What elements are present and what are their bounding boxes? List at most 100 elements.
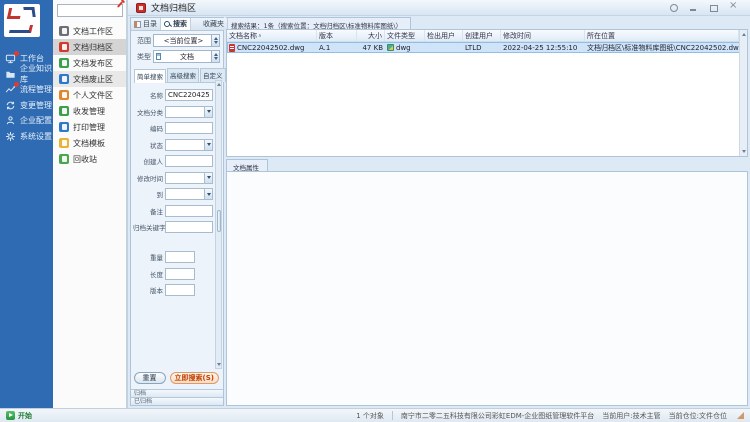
module-item-label: 回收站: [73, 154, 97, 165]
scope-value: <当前位置>: [156, 36, 211, 46]
sidebar-item-3[interactable]: 变更管理: [0, 98, 53, 114]
spinner-icon[interactable]: [211, 35, 219, 46]
field-select[interactable]: [165, 139, 213, 151]
module-item-5[interactable]: 收发管理: [53, 103, 126, 119]
dropdown-arrow-icon[interactable]: [204, 189, 212, 199]
module-item-8[interactable]: 回收站: [53, 151, 126, 167]
scroll-down-icon[interactable]: [217, 363, 221, 366]
field-select[interactable]: [165, 172, 213, 184]
field-label: 创建人: [133, 156, 165, 166]
column-label: 版本: [319, 31, 333, 41]
field-row-6: 到: [133, 188, 213, 200]
mode-tab-0[interactable]: 简单搜索: [134, 69, 166, 83]
module-item-4[interactable]: 个人文件区: [53, 87, 126, 103]
sort-ascending-icon: ∧: [258, 33, 262, 39]
cell-value: 47 KB: [362, 44, 383, 52]
table-header: 文档名称∧版本大小文件类型检出用户创建用户修改时间所在位置: [227, 30, 747, 42]
column-header-4[interactable]: 检出用户: [425, 30, 463, 41]
field-input[interactable]: [165, 284, 195, 296]
column-header-3[interactable]: 文件类型: [385, 30, 425, 41]
separator: [392, 411, 393, 420]
field-input[interactable]: [165, 221, 213, 233]
module-item-glyph: [62, 60, 67, 66]
resize-grip[interactable]: [737, 412, 744, 419]
collapsed-section-1[interactable]: 已归档: [131, 397, 223, 405]
module-item-7[interactable]: 文档模板: [53, 135, 126, 151]
tab-document-properties[interactable]: 文档属性: [226, 159, 268, 171]
scope-select[interactable]: <当前位置>: [153, 34, 220, 47]
sidebar-item-label: 流程管理: [20, 84, 52, 95]
scroll-up-icon[interactable]: [217, 83, 221, 86]
tab-search[interactable]: 搜索: [161, 18, 191, 30]
field-input[interactable]: [165, 268, 195, 280]
start-button[interactable]: 开始: [6, 411, 32, 421]
field-label: 名称: [133, 90, 165, 100]
close-icon[interactable]: [729, 3, 738, 12]
tab-label: 收藏夹: [203, 19, 224, 29]
field-input[interactable]: [165, 122, 213, 134]
column-label: 创建用户: [465, 31, 493, 41]
search-pane-scrollbar[interactable]: [215, 80, 222, 369]
scroll-up-icon[interactable]: [742, 33, 746, 36]
module-item-3[interactable]: 文档废止区: [53, 71, 126, 87]
maximize-icon[interactable]: [709, 3, 718, 12]
sidebar-item-5[interactable]: 系统设置: [0, 129, 53, 145]
module-item-6[interactable]: 打印管理: [53, 119, 126, 135]
field-input[interactable]: [165, 155, 213, 167]
tab-favorites[interactable]: 收藏夹: [191, 18, 228, 30]
notification-badge: [14, 51, 19, 56]
type-value: 文档: [163, 52, 211, 62]
options-icon[interactable]: [669, 3, 678, 12]
scroll-thumb[interactable]: [217, 210, 222, 232]
search-now-button[interactable]: 立即搜索(S): [170, 372, 219, 384]
tab-catalog[interactable]: 目录: [131, 18, 161, 30]
column-header-5[interactable]: 创建用户: [463, 30, 501, 41]
column-label: 文件类型: [387, 31, 415, 41]
mode-tab-1[interactable]: 高级搜索: [167, 68, 199, 82]
column-header-2[interactable]: 大小: [357, 30, 385, 41]
cell-value: A.1: [319, 44, 330, 52]
summary-bar: 搜索结果：1条（搜索位置：文档归档区\标准物料库图纸\）: [226, 17, 748, 29]
module-item-2[interactable]: 文档发布区: [53, 55, 126, 71]
cell-value: 2022-04-25 12:55:10: [503, 44, 577, 52]
field-input[interactable]: [165, 205, 213, 217]
module-search-input[interactable]: [57, 4, 123, 17]
dropdown-arrow-icon[interactable]: [204, 173, 212, 183]
dropdown-arrow-icon[interactable]: [204, 140, 212, 150]
sidebar-item-label: 企业配置: [20, 115, 52, 126]
module-item-glyph: [62, 124, 67, 130]
module-item-label: 文档归档区: [73, 42, 113, 53]
column-header-0[interactable]: 文档名称∧: [227, 30, 317, 41]
sidebar-item-2[interactable]: 流程管理: [0, 82, 53, 98]
sidebar-item-1[interactable]: 企业知识库: [0, 67, 53, 83]
collapsed-section-0[interactable]: 归档: [131, 389, 223, 397]
scroll-down-icon[interactable]: [742, 150, 746, 153]
column-header-1[interactable]: 版本: [317, 30, 357, 41]
column-header-6[interactable]: 修改时间: [501, 30, 585, 41]
module-item-1[interactable]: 文档归档区: [53, 39, 126, 55]
column-header-7[interactable]: 所在位置: [585, 30, 739, 41]
column-label: 文档名称: [229, 31, 257, 41]
field-label: 长度: [133, 269, 165, 279]
field-select[interactable]: [165, 106, 213, 118]
search-fields: 名称文档分类编码状态创建人修改时间到备注归档关键字重量长度版本: [131, 83, 223, 372]
field-input[interactable]: [165, 89, 213, 101]
sidebar-item-4[interactable]: 企业配置: [0, 113, 53, 129]
module-item-label: 文档模板: [73, 138, 105, 149]
cell-value: LTLD: [465, 44, 482, 52]
type-select[interactable]: 文档: [153, 50, 220, 63]
field-row-11: 长度: [133, 268, 213, 280]
table-row[interactable]: CNC22042502.dwgA.147 KBdwgLTLD2022-04-25…: [227, 42, 747, 53]
type-row: 类型 文档: [133, 50, 220, 63]
table-scrollbar[interactable]: [739, 30, 747, 156]
field-input[interactable]: [165, 251, 195, 263]
module-item-glyph: [62, 28, 67, 34]
dropdown-arrow-icon[interactable]: [204, 107, 212, 117]
minimize-icon[interactable]: [689, 3, 698, 12]
module-item-0[interactable]: 文档工作区: [53, 23, 126, 39]
field-select[interactable]: [165, 188, 213, 200]
spinner-icon[interactable]: [211, 51, 219, 62]
module-item-label: 文档废止区: [73, 74, 113, 85]
reset-button[interactable]: 重置: [134, 372, 166, 384]
module-item-glyph: [62, 140, 67, 146]
